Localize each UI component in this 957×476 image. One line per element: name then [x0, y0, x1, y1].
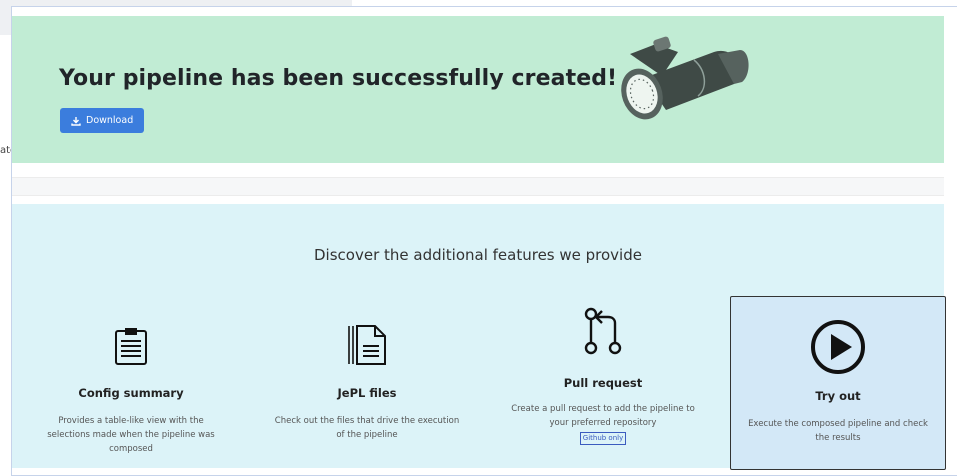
feature-card-description: Check out the files that drive the execu… — [274, 416, 460, 440]
success-banner: Your pipeline has been successfully crea… — [12, 16, 944, 163]
features-section: Discover the additional features we prov… — [12, 204, 946, 470]
download-icon — [71, 116, 81, 126]
feature-card-config-summary[interactable]: Config summary Provides a table-like vie… — [24, 294, 238, 466]
feature-card-title: Try out — [815, 389, 861, 403]
feature-card-description: Create a pull request to add the pipelin… — [508, 402, 698, 445]
feature-card-title: Config summary — [78, 386, 184, 400]
feature-card-try-out[interactable]: Try out Execute the composed pipeline an… — [730, 296, 946, 470]
feature-card-pull-request[interactable]: Pull request Create a pull request to ad… — [496, 294, 710, 466]
github-only-badge: Github only — [579, 432, 627, 445]
document-files-icon — [348, 325, 386, 365]
feature-card-jepl-files[interactable]: JePL files Check out the files that driv… — [260, 294, 474, 466]
features-title: Discover the additional features we prov… — [314, 246, 642, 264]
git-pull-request-icon — [584, 307, 622, 355]
feature-card-description: Provides a table-like view with the sele… — [47, 416, 215, 454]
clipboard-list-icon — [115, 328, 147, 365]
feature-card-title: Pull request — [563, 376, 643, 390]
play-circle-icon — [811, 320, 865, 374]
success-title: Your pipeline has been successfully crea… — [59, 66, 618, 91]
feature-card-description-text: Create a pull request to add the pipelin… — [511, 404, 695, 428]
feature-card-description: Execute the composed pipeline and check … — [748, 419, 928, 443]
feature-card-title: JePL files — [337, 386, 397, 400]
download-button[interactable]: Download — [60, 108, 145, 133]
pipeline-illustration — [621, 36, 749, 120]
section-divider — [12, 177, 944, 196]
download-button-label: Download — [86, 115, 134, 126]
